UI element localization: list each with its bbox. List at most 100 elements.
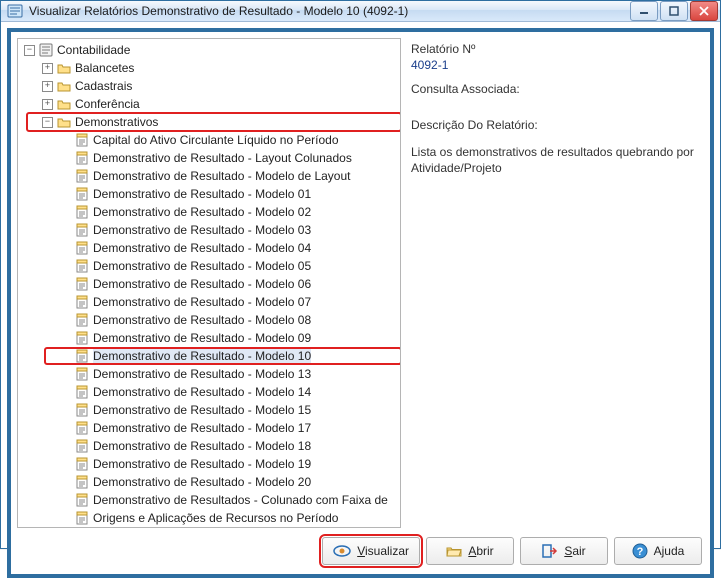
detail-pane: Relatório Nº 4092-1 Consulta Associada: … <box>409 38 704 528</box>
tree-leaf-label[interactable]: Demonstrativo de Resultado - Modelo 14 <box>93 385 311 399</box>
tree-leaf-label[interactable]: Demonstrativo de Resultados - Colunado c… <box>93 493 388 507</box>
window-buttons <box>630 1 718 21</box>
tree-leaf[interactable]: Demonstrativo de Resultado - Modelo 06 <box>60 275 400 293</box>
tree-leaf-label[interactable]: Demonstrativo de Resultado - Modelo 07 <box>93 295 311 309</box>
tree-node-label[interactable]: Cadastrais <box>75 79 132 93</box>
content-outer: − Contabilidade + <box>1 22 720 584</box>
folder-icon <box>57 79 71 93</box>
tree-leaf-label[interactable]: Demonstrativo de Resultado - Layout Colu… <box>93 151 352 165</box>
tree-leaf-label[interactable]: Demonstrativo de Resultado - Modelo 18 <box>93 439 311 453</box>
tree-leaf[interactable]: Origens e Aplicações de Recursos no Perí… <box>60 509 400 527</box>
report-icon <box>75 511 89 525</box>
tree-node-label[interactable]: Balancetes <box>75 61 134 75</box>
tree-node-balancetes[interactable]: + Balancetes <box>42 59 400 77</box>
tree-leaf[interactable]: Demonstrativo de Resultado - Modelo 18 <box>60 437 400 455</box>
tree-leaf[interactable]: Demonstrativo de Resultado - Modelo 19 <box>60 455 400 473</box>
tree-leaf-label[interactable]: Demonstrativo de Resultado - Modelo 03 <box>93 223 311 237</box>
tree-leaf[interactable]: Demonstrativo de Resultado - Modelo 04 <box>60 239 400 257</box>
tree-leaf[interactable]: Demonstrativo de Resultado - Modelo 02 <box>60 203 400 221</box>
visualizar-button[interactable]: Visualizar <box>322 537 420 565</box>
tree-leaf-label[interactable]: Demonstrativo de Resultado - Modelo 20 <box>93 475 311 489</box>
tree-leaf[interactable]: Demonstrativo de Resultado - Layout Colu… <box>60 149 400 167</box>
tree-leaf[interactable]: Demonstrativo de Resultado - Modelo 05 <box>60 257 400 275</box>
tree-leaf-label[interactable]: Demonstrativo de Resultado - Modelo 15 <box>93 403 311 417</box>
panes: − Contabilidade + <box>17 38 704 528</box>
report-icon <box>75 475 89 489</box>
relatorio-number-link[interactable]: 4092-1 <box>411 58 698 72</box>
sair-button[interactable]: Sair <box>520 537 608 565</box>
report-icon <box>75 241 89 255</box>
titlebar[interactable]: Visualizar Relatórios Demonstrativo de R… <box>1 1 720 22</box>
collapse-icon[interactable]: − <box>24 45 35 56</box>
tree-leaf[interactable]: Demonstrativo de Resultado - Modelo 20 <box>60 473 400 491</box>
button-label: Abrir <box>468 544 493 558</box>
tree-leaf[interactable]: Demonstrativo de Resultado - Modelo de L… <box>60 167 400 185</box>
tree-leaf-label[interactable]: Demonstrativo de Resultado - Modelo 10 <box>93 349 311 363</box>
folder-icon <box>57 97 71 111</box>
tree-leaf-label[interactable]: Demonstrativo de Resultado - Modelo 17 <box>93 421 311 435</box>
close-button[interactable] <box>690 1 718 21</box>
window-frame: Visualizar Relatórios Demonstrativo de R… <box>0 0 721 549</box>
report-icon <box>75 421 89 435</box>
tree-leaf[interactable]: Demonstrativo de Resultado - Modelo 13 <box>60 365 400 383</box>
tree-leaf[interactable]: Demonstrativo de Resultado - Modelo 10 <box>60 347 400 365</box>
help-icon: ? <box>632 543 648 559</box>
tree-node-label[interactable]: Demonstrativos <box>75 115 158 129</box>
tree-node-label[interactable]: Contabilidade <box>57 43 130 57</box>
expand-icon[interactable]: + <box>42 81 53 92</box>
minimize-button[interactable] <box>630 1 658 21</box>
tree-node-conferencia[interactable]: + Conferência <box>42 95 400 113</box>
tree-leaf-label[interactable]: Demonstrativo de Resultado - Modelo de L… <box>93 169 350 183</box>
report-tree[interactable]: − Contabilidade + <box>20 41 400 527</box>
ajuda-button[interactable]: ? Ajuda <box>614 537 702 565</box>
tree-node-demonstrativos[interactable]: − Demonstrativos <box>42 113 400 131</box>
tree-leaf[interactable]: Demonstrativo de Resultado - Modelo 15 <box>60 401 400 419</box>
expand-icon[interactable]: + <box>42 99 53 110</box>
tree-leaf[interactable]: Capital do Ativo Circulante Líquido no P… <box>60 131 400 149</box>
relatorio-label: Relatório Nº <box>411 42 698 56</box>
book-icon <box>39 43 53 57</box>
tree-leaf-label[interactable]: Demonstrativo de Resultado - Modelo 02 <box>93 205 311 219</box>
folder-open-icon <box>57 115 71 129</box>
tree-leaf-label[interactable]: Demonstrativo de Resultado - Modelo 13 <box>93 367 311 381</box>
window-title: Visualizar Relatórios Demonstrativo de R… <box>29 4 630 18</box>
tree-leaf[interactable]: Demonstrativo de Resultado - Modelo 07 <box>60 293 400 311</box>
button-label: Visualizar <box>357 544 409 558</box>
tree-leaf-label[interactable]: Demonstrativo de Resultado - Modelo 19 <box>93 457 311 471</box>
collapse-icon[interactable]: − <box>42 117 53 128</box>
report-icon <box>75 331 89 345</box>
report-icon <box>75 385 89 399</box>
report-icon <box>75 169 89 183</box>
tree-node-label[interactable]: Conferência <box>75 97 140 111</box>
tree-node-root[interactable]: − Contabilidade <box>24 41 400 59</box>
tree-leaf-label[interactable]: Capital do Ativo Circulante Líquido no P… <box>93 133 339 147</box>
button-bar: Visualizar Abrir Sair ? Ajuda <box>17 528 704 568</box>
tree-leaf-label[interactable]: Demonstrativo de Resultado - Modelo 06 <box>93 277 311 291</box>
tree-leaf-label[interactable]: Demonstrativo de Resultado - Modelo 08 <box>93 313 311 327</box>
tree-leaf-label[interactable]: Demonstrativo de Resultado - Modelo 05 <box>93 259 311 273</box>
button-label: Sair <box>564 544 585 558</box>
tree-leaf[interactable]: Demonstrativo de Resultado - Modelo 01 <box>60 185 400 203</box>
report-icon <box>75 349 89 363</box>
tree-leaf-label[interactable]: Demonstrativo de Resultado - Modelo 01 <box>93 187 311 201</box>
report-icon <box>75 295 89 309</box>
expand-icon[interactable]: + <box>42 63 53 74</box>
maximize-button[interactable] <box>660 1 688 21</box>
report-icon <box>75 205 89 219</box>
tree-leaf-label[interactable]: Demonstrativo de Resultado - Modelo 04 <box>93 241 311 255</box>
tree-pane[interactable]: − Contabilidade + <box>17 38 401 528</box>
report-icon <box>75 259 89 273</box>
report-icon <box>75 439 89 453</box>
tree-leaf[interactable]: Demonstrativo de Resultado - Modelo 14 <box>60 383 400 401</box>
tree-leaf[interactable]: Demonstrativo de Resultado - Modelo 08 <box>60 311 400 329</box>
tree-leaf[interactable]: Demonstrativo de Resultados - Colunado c… <box>60 491 400 509</box>
tree-leaf[interactable]: Demonstrativo de Resultado - Modelo 17 <box>60 419 400 437</box>
tree-leaf-label[interactable]: Origens e Aplicações de Recursos no Perí… <box>93 511 338 525</box>
abrir-button[interactable]: Abrir <box>426 537 514 565</box>
tree-leaf-label[interactable]: Demonstrativo de Resultado - Modelo 09 <box>93 331 311 345</box>
tree-leaf[interactable]: Demonstrativo de Resultado - Modelo 09 <box>60 329 400 347</box>
report-icon <box>75 277 89 291</box>
tree-node-cadastrais[interactable]: + Cadastrais <box>42 77 400 95</box>
tree-leaf[interactable]: Demonstrativo de Resultado - Modelo 03 <box>60 221 400 239</box>
report-icon <box>75 493 89 507</box>
